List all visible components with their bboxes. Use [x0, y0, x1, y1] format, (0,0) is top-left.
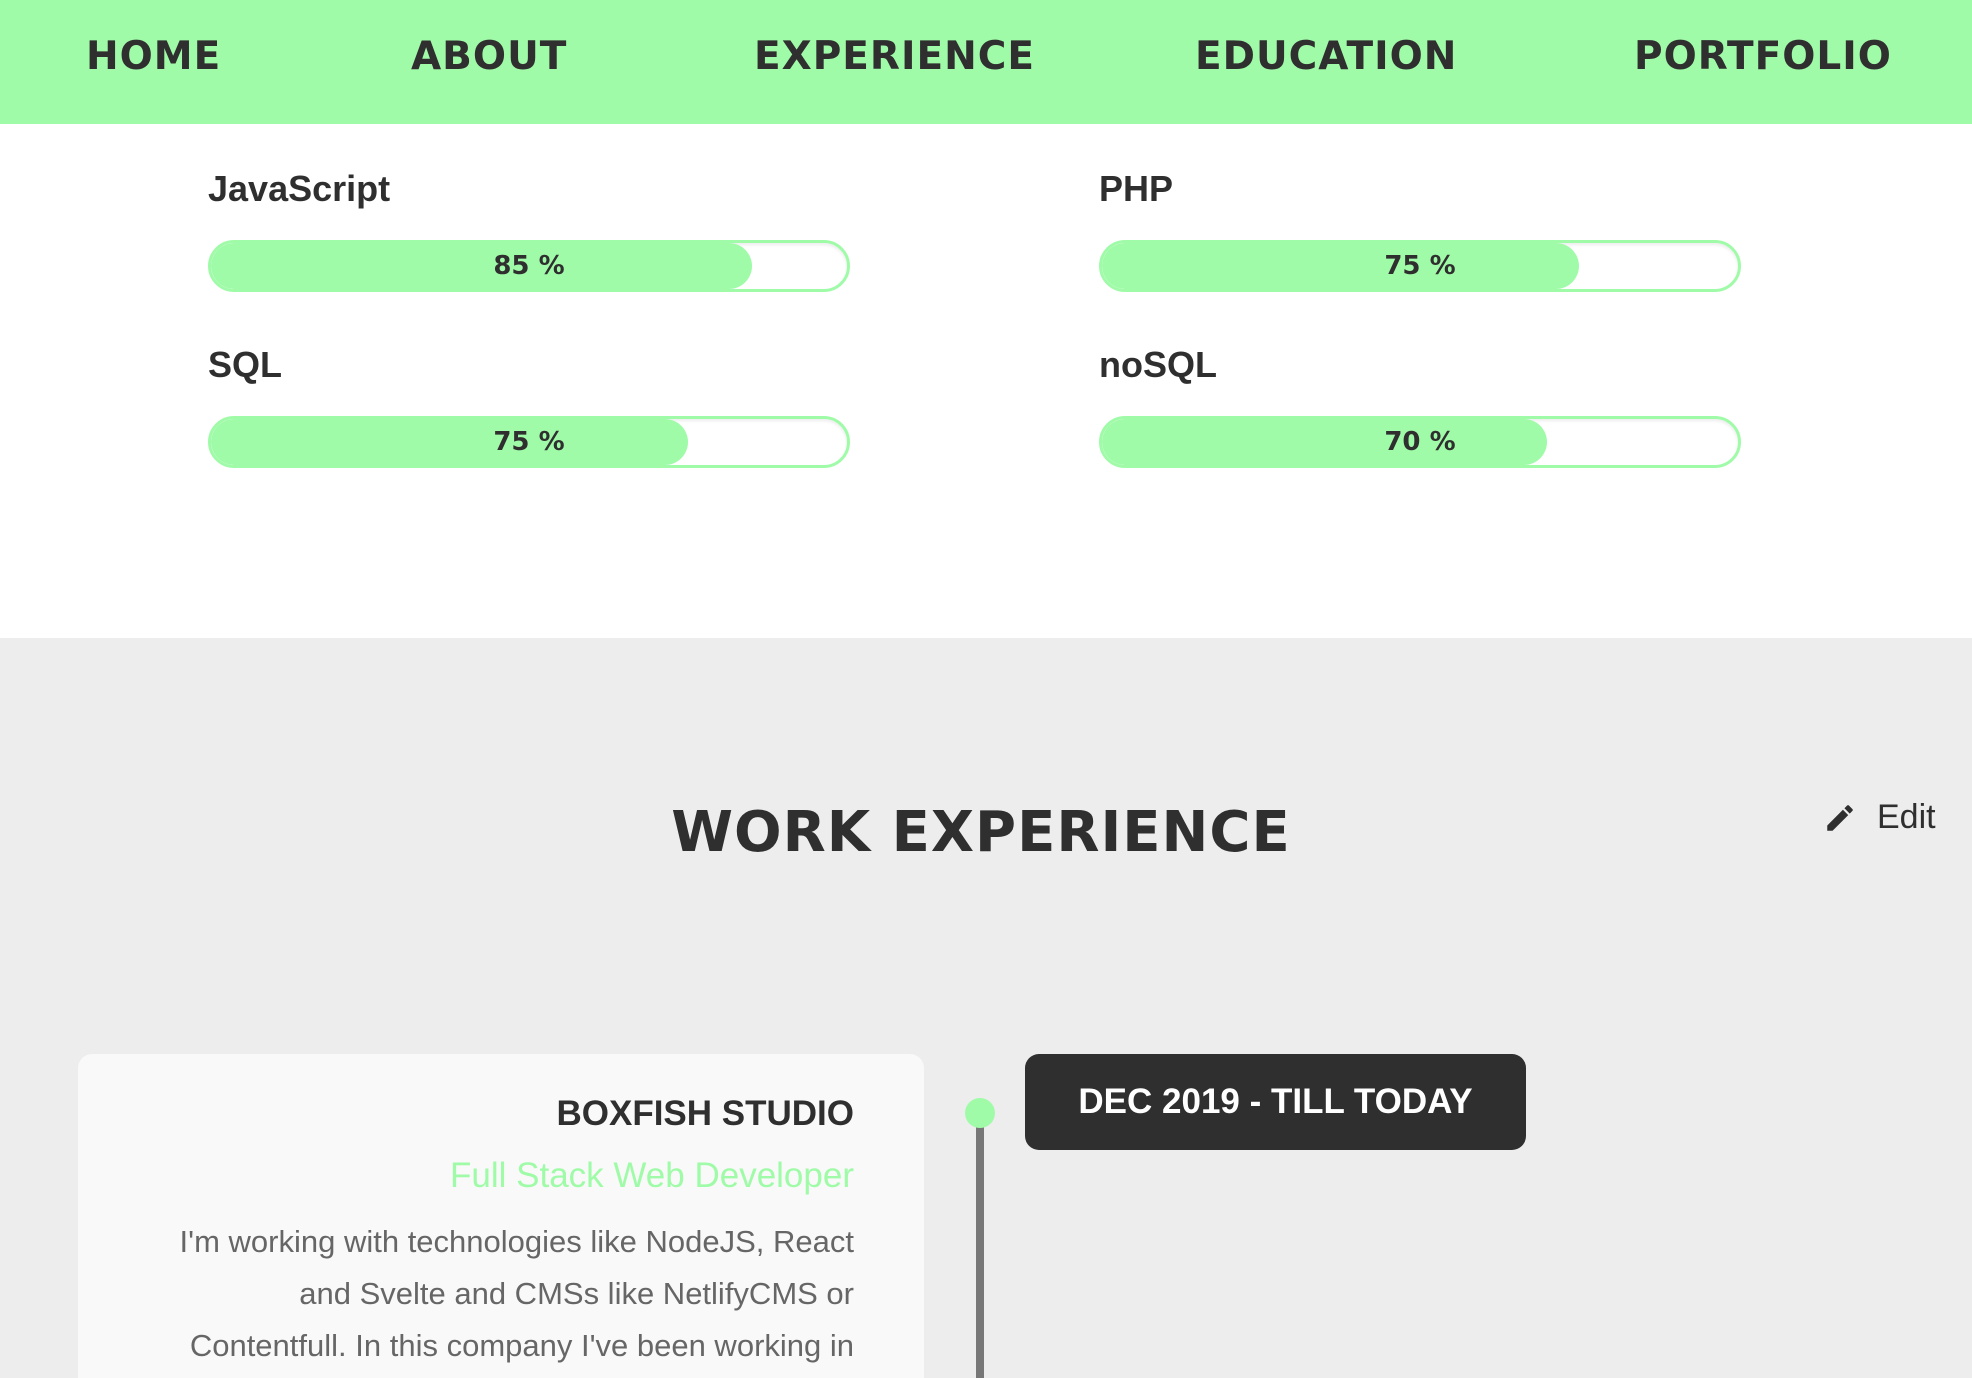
nav-about-link[interactable]: ABOUT	[411, 34, 567, 79]
skill-name-php: PHP	[1099, 168, 1174, 209]
job-description: I'm working with technologies like NodeJ…	[179, 1224, 854, 1363]
skill-percent-label: 70 %	[1384, 427, 1456, 457]
nav-education-link[interactable]: EDUCATION	[1195, 34, 1457, 79]
edit-button[interactable]: Edit	[1823, 798, 1936, 837]
timeline-line	[976, 1113, 984, 1378]
skill-percent-label: 85 %	[493, 251, 565, 281]
nav-home-link[interactable]: HOME	[86, 34, 221, 79]
date-badge: DEC 2019 - TILL TODAY	[1025, 1054, 1526, 1150]
skill-bar-php: 75 %	[1099, 240, 1741, 292]
skill-bar-nosql: 70 %	[1099, 416, 1741, 468]
nav-portfolio-link[interactable]: PORTFOLIO	[1634, 34, 1892, 79]
skills-section: JavaScript 85 % PHP 75 % SQL 75 % noSQL …	[0, 124, 1972, 638]
skill-percent-label: 75 %	[493, 427, 565, 457]
skill-name-javascript: JavaScript	[208, 168, 391, 209]
skill-bar-sql: 75 %	[208, 416, 850, 468]
pencil-icon	[1827, 804, 1853, 831]
company-name: BOXFISH STUDIO	[556, 1094, 854, 1133]
edit-label: Edit	[1877, 798, 1936, 836]
skill-name-sql: SQL	[208, 344, 283, 385]
skill-bar-javascript: 85 %	[208, 240, 850, 292]
top-navigation: HOME ABOUT EXPERIENCE EDUCATION PORTFOLI…	[0, 0, 1972, 124]
nav-experience-link[interactable]: EXPERIENCE	[754, 34, 1035, 79]
work-experience-title: WORK EXPERIENCE	[671, 800, 1291, 865]
job-role: Full Stack Web Developer	[450, 1156, 854, 1195]
timeline-dot	[965, 1098, 995, 1128]
experience-card: BOXFISH STUDIO Full Stack Web Developer …	[78, 1054, 924, 1378]
skill-percent-label: 75 %	[1384, 251, 1456, 281]
skill-name-nosql: noSQL	[1099, 344, 1217, 385]
